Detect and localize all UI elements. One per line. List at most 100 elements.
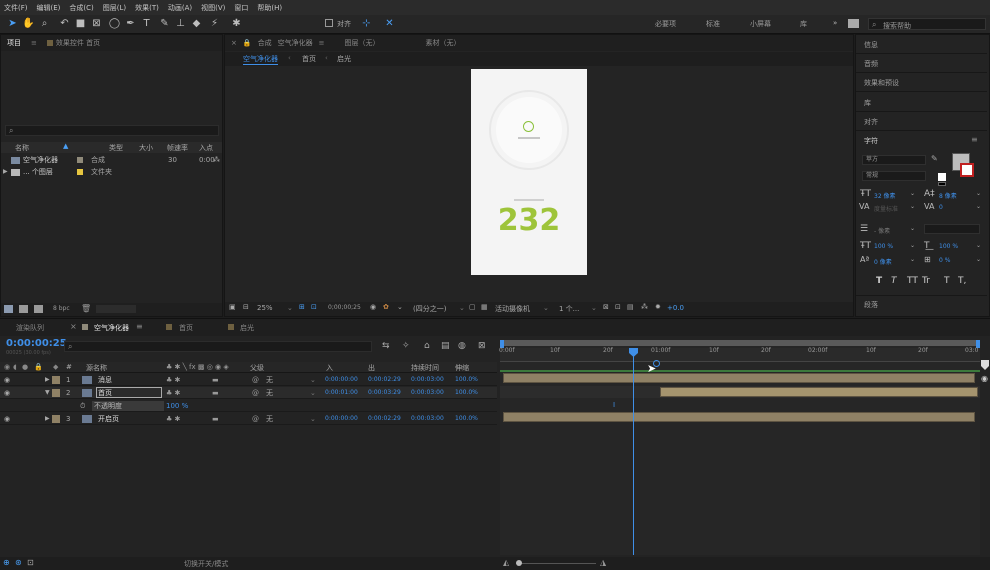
exposure-reset-icon[interactable]: ✹: [655, 303, 661, 311]
col-type[interactable]: 类型: [109, 143, 123, 153]
tab-layer[interactable]: 图层（无）: [344, 38, 379, 48]
stopwatch-icon[interactable]: ⏱: [80, 400, 85, 412]
stroke-color-swatch[interactable]: [960, 163, 974, 177]
help-search-field[interactable]: ⌕ 搜索帮助: [868, 18, 986, 30]
menu-layer[interactable]: 图层(L): [103, 3, 126, 13]
faux-italic-button[interactable]: T: [891, 276, 897, 286]
layer-stretch[interactable]: 100.0%: [455, 387, 478, 399]
small-caps-button[interactable]: Tr: [922, 276, 930, 286]
panel-paragraph[interactable]: 段落: [864, 300, 878, 310]
comp-title[interactable]: 空气净化器: [278, 38, 313, 48]
menu-composition[interactable]: 合成(C): [69, 3, 93, 13]
col-size[interactable]: 大小: [139, 143, 153, 153]
work-area-bar[interactable]: [500, 370, 980, 372]
layer-stretch[interactable]: 100.0%: [455, 374, 478, 386]
transfer-controls-toggle-icon[interactable]: ⊛: [15, 558, 22, 567]
expand-arrow-icon[interactable]: ▶: [45, 413, 50, 425]
col-fps[interactable]: 帧速率: [167, 143, 188, 153]
sort-up-icon[interactable]: ▲: [63, 142, 68, 150]
type-tool-icon[interactable]: T: [140, 17, 153, 31]
white-swatch[interactable]: [938, 173, 946, 181]
faux-bold-button[interactable]: T: [876, 276, 882, 286]
dropdown-icon[interactable]: ⌄: [976, 190, 981, 197]
draft-3d-icon[interactable]: ✧: [402, 341, 410, 351]
snapshot-icon[interactable]: ◉: [370, 303, 376, 311]
mode-dash-icon[interactable]: ▬: [212, 387, 219, 399]
color-channels-icon[interactable]: ✿: [383, 303, 389, 311]
keyframe-marker-icon[interactable]: I: [613, 401, 615, 409]
zoom-slider-thumb[interactable]: [516, 560, 522, 566]
dropdown-icon[interactable]: ⌄: [976, 242, 981, 249]
project-menu-icon[interactable]: ≡: [31, 39, 37, 47]
workspace-standard[interactable]: 标准: [706, 19, 720, 29]
exposure-value[interactable]: +0.0: [667, 304, 684, 312]
layer-label-swatch[interactable]: [52, 376, 60, 384]
search-toggle-icon[interactable]: [848, 19, 859, 28]
toggle-switches-modes[interactable]: 切换开关/模式: [184, 559, 228, 569]
menu-effect[interactable]: 效果(T): [135, 3, 159, 13]
workspace-small-screen[interactable]: 小屏幕: [750, 19, 771, 29]
superscript-button[interactable]: T: [944, 276, 950, 286]
grid-icon[interactable]: ⊞: [299, 303, 305, 311]
motion-blur-icon[interactable]: ◍: [458, 341, 466, 351]
layer-switches-toggle-icon[interactable]: ⊕: [3, 558, 10, 567]
parent-dropdown-icon[interactable]: ⌄: [310, 387, 316, 399]
layer-name[interactable]: 消息: [98, 374, 112, 386]
breadcrumb-home[interactable]: 首页: [302, 54, 316, 64]
new-folder-icon[interactable]: [19, 305, 28, 313]
rotate-tool-icon[interactable]: ↶: [58, 17, 71, 31]
interpret-footage-icon[interactable]: [4, 305, 13, 313]
clone-stamp-tool-icon[interactable]: ⊥: [174, 17, 187, 31]
menu-window[interactable]: 窗口: [234, 3, 248, 13]
layer-row-1[interactable]: ◉ ▶ 1 消息 ♣ ✱ ▬ @ 无 ⌄ 0:00:00:00 0:00:02:…: [0, 374, 497, 386]
dropdown-icon[interactable]: ⌄: [910, 242, 915, 249]
layer-parent[interactable]: 无: [266, 387, 273, 399]
dropdown-icon[interactable]: ⌄: [976, 256, 981, 263]
col-name[interactable]: 名称: [15, 143, 29, 153]
visibility-icon[interactable]: ◉: [4, 374, 10, 386]
layer-duration[interactable]: 0:00:03:00: [411, 387, 444, 399]
bit-depth[interactable]: 8 bpc: [53, 305, 70, 312]
layer-bar-3[interactable]: [503, 412, 975, 422]
font-family-select[interactable]: 苹方: [862, 155, 926, 165]
col-stretch[interactable]: 伸缩: [455, 363, 469, 373]
timeline-timecode[interactable]: 0:00:00:25: [6, 338, 67, 349]
time-ruler[interactable]: [500, 348, 980, 362]
black-swatch[interactable]: [938, 182, 946, 186]
snap-grid-icon[interactable]: ✕: [383, 17, 396, 31]
project-scroll[interactable]: [96, 305, 136, 313]
layer-out[interactable]: 0:00:03:29: [368, 387, 401, 399]
transparency-grid-icon[interactable]: ▦: [481, 303, 488, 311]
timeline-search-input[interactable]: ⌕: [64, 341, 372, 352]
puppet-tool-icon[interactable]: ✱: [230, 17, 243, 31]
tsume-value[interactable]: 0 %: [939, 257, 950, 264]
selection-tool-icon[interactable]: ➤: [6, 17, 19, 31]
tab-menu-icon[interactable]: ≡: [136, 322, 143, 331]
timeline-menu-icon[interactable]: ◉: [981, 374, 988, 383]
layer-parent[interactable]: 无: [266, 374, 273, 386]
menu-help[interactable]: 帮助(H): [257, 3, 282, 13]
timeline-graph-area[interactable]: I ➤: [500, 340, 980, 555]
resolution-select[interactable]: (四分之一): [413, 304, 446, 314]
property-row-opacity[interactable]: ⏱ 不透明度 100 %: [0, 400, 497, 412]
frame-blending-icon[interactable]: ▤: [441, 341, 450, 351]
dropdown-icon[interactable]: ⌄: [910, 225, 915, 232]
workspace-more-icon[interactable]: »: [833, 19, 837, 27]
baseline-value[interactable]: 0 像素: [874, 257, 892, 266]
close-tab-icon[interactable]: ×: [231, 39, 237, 47]
new-composition-icon[interactable]: [34, 305, 43, 313]
timeline-toggle-icon[interactable]: ▤: [627, 303, 634, 311]
label-color-swatch[interactable]: [77, 157, 83, 163]
workspace-library[interactable]: 库: [800, 19, 807, 29]
layer-out[interactable]: 0:00:02:29: [368, 374, 401, 386]
panel-library[interactable]: 库: [864, 98, 871, 108]
tab-air-purifier[interactable]: 空气净化器: [94, 323, 129, 333]
col-in[interactable]: 入点: [199, 143, 213, 153]
views-select[interactable]: 1 个...: [559, 304, 579, 314]
zoom-out-icon[interactable]: ◭: [503, 558, 509, 567]
layer-label-swatch[interactable]: [52, 389, 60, 397]
close-tab-icon[interactable]: ×: [70, 322, 77, 331]
lock-icon[interactable]: 🔒: [243, 39, 252, 47]
expand-arrow-icon[interactable]: ▶: [3, 166, 8, 178]
mode-dash-icon[interactable]: ▬: [212, 413, 219, 425]
